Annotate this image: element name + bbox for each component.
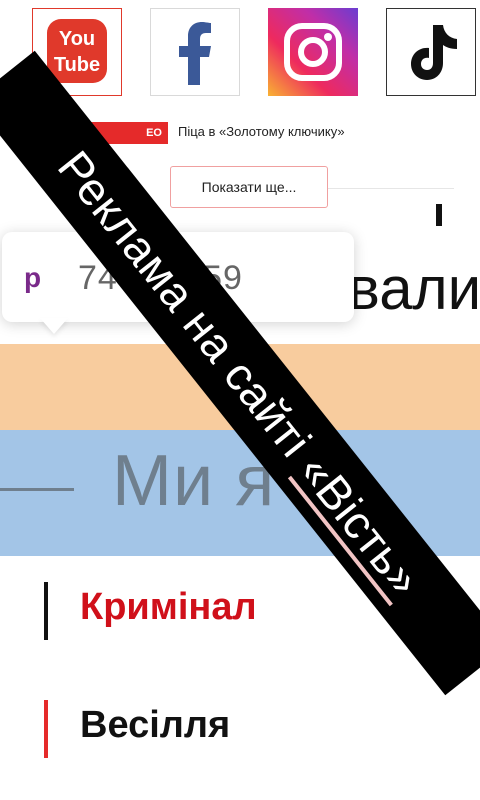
banner-dash: [0, 488, 74, 491]
tooltip-letter: р: [24, 262, 42, 293]
instagram-link[interactable]: [268, 8, 358, 96]
category-marker: [44, 700, 48, 758]
facebook-link[interactable]: [150, 8, 240, 96]
category-label: Весілля: [80, 704, 231, 746]
category-label: Кримінал: [80, 586, 257, 628]
tiktok-link[interactable]: [386, 8, 476, 96]
tooltip-tail: [40, 318, 68, 334]
section-heading: вали: [348, 255, 480, 322]
instagram-icon: [268, 8, 358, 96]
divider: [328, 188, 454, 189]
svg-text:Tube: Tube: [54, 54, 100, 76]
show-more-button[interactable]: Показати ще...: [170, 166, 328, 208]
tiktok-icon: [411, 25, 457, 80]
facebook-icon: [179, 22, 211, 85]
social-links: You Tube: [0, 8, 480, 100]
video-title[interactable]: Піца в «Золотому ключику»: [178, 124, 345, 139]
category-marker: [44, 582, 48, 640]
svg-text:You: You: [59, 28, 95, 50]
heading-glyph-fragment: [436, 204, 442, 226]
category-item-vesillia[interactable]: Весілля: [0, 690, 480, 770]
